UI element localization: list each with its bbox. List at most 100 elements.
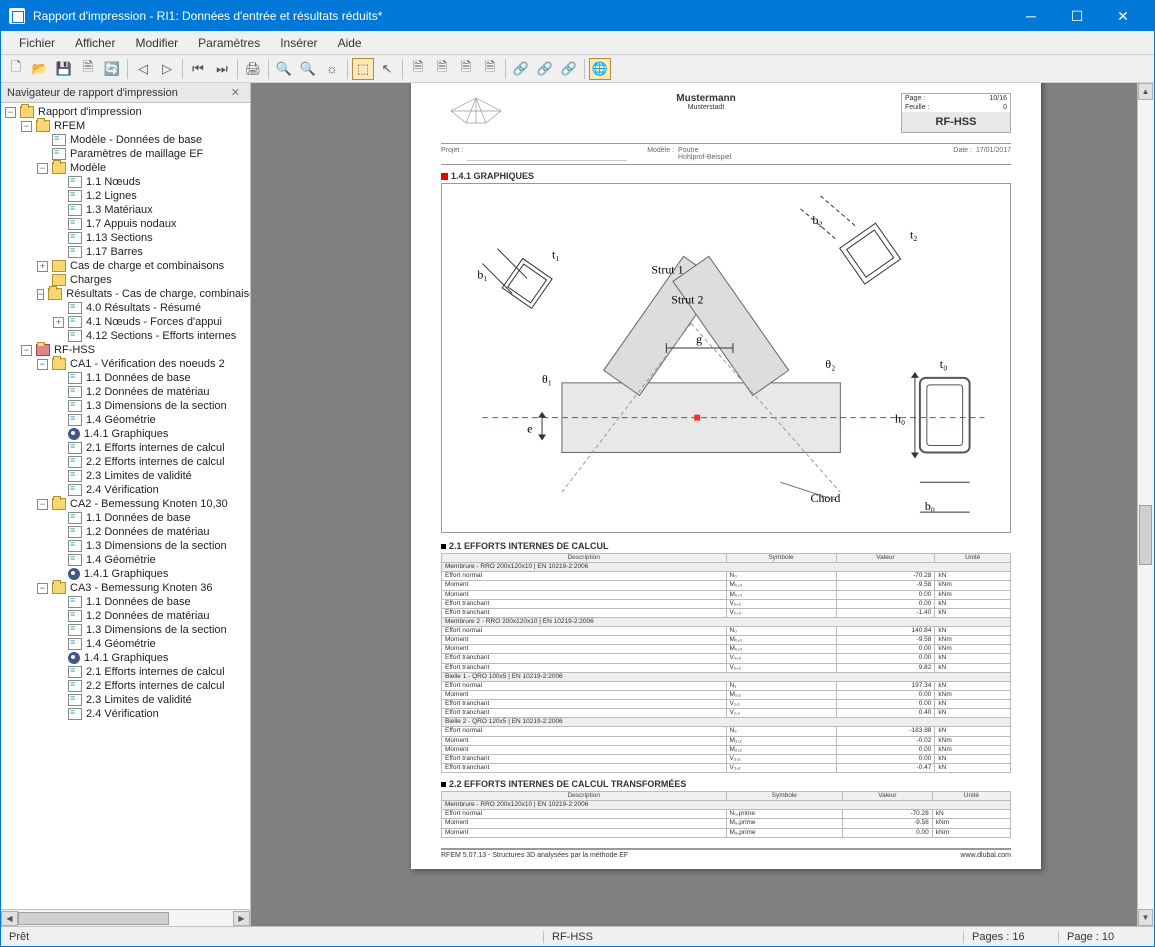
tree-label: 1.2 Données de matériau <box>86 610 210 622</box>
tree-label: 4.0 Résultats - Résumé <box>86 302 201 314</box>
globe-icon[interactable]: 🌐 <box>589 58 611 80</box>
doc1-icon[interactable]: 🗎 <box>407 58 429 80</box>
tree-ca3-item-1[interactable]: 1.2 Données de matériau <box>3 609 248 623</box>
tree-label: Résultats - Cas de charge, combinaisons <box>66 288 250 300</box>
tree-cas[interactable]: +Cas de charge et combinaisons <box>3 259 248 273</box>
sidebar-title: Navigateur de rapport d'impression <box>7 87 178 99</box>
tree-res-2[interactable]: 4.12 Sections - Efforts internes <box>3 329 248 343</box>
doc2-icon[interactable]: 🗎 <box>431 58 453 80</box>
sidebar-hscroll[interactable]: ◀ ▶ <box>1 909 250 926</box>
save-icon[interactable]: 💾 <box>53 58 75 80</box>
tree-ca1-item-0[interactable]: 1.1 Données de base <box>3 371 248 385</box>
menu-parametres[interactable]: Paramètres <box>188 34 270 52</box>
link1-icon[interactable]: 🔗 <box>510 58 532 80</box>
scroll-down-icon[interactable]: ▼ <box>1138 909 1153 926</box>
tree-ca3-item-4[interactable]: 1.4.1 Graphiques <box>3 651 248 665</box>
tree-ca1-item-2[interactable]: 1.3 Dimensions de la section <box>3 399 248 413</box>
tree-rfem[interactable]: −RFEM <box>3 119 248 133</box>
menu-inserer[interactable]: Insérer <box>270 34 327 52</box>
tree-ca1-item-7[interactable]: 2.3 Limites de validité <box>3 469 248 483</box>
tree-ca2-item-3[interactable]: 1.4 Géométrie <box>3 553 248 567</box>
tree-modele-item-4[interactable]: 1.13 Sections <box>3 231 248 245</box>
tree-label: 1.4 Géométrie <box>86 414 156 426</box>
tree-ca3-item-7[interactable]: 2.3 Limites de validité <box>3 693 248 707</box>
tree-ca3-item-6[interactable]: 2.2 Efforts internes de calcul <box>3 679 248 693</box>
gear-icon[interactable]: ☼ <box>321 58 343 80</box>
close-button[interactable]: ✕ <box>1100 1 1146 31</box>
tree-label: 1.1 Nœuds <box>86 176 140 188</box>
menu-fichier[interactable]: Fichier <box>9 34 65 52</box>
tree-rfem-item-1[interactable]: Paramètres de maillage EF <box>3 147 248 161</box>
prev-icon[interactable]: ◁ <box>132 58 154 80</box>
tree-modele[interactable]: −Modèle <box>3 161 248 175</box>
tree-modele-item-3[interactable]: 1.7 Appuis nodaux <box>3 217 248 231</box>
tree-rfem-item-0[interactable]: Modèle - Données de base <box>3 133 248 147</box>
next-icon[interactable]: ▷ <box>156 58 178 80</box>
refresh-icon[interactable]: 🔄 <box>101 58 123 80</box>
tree-view[interactable]: −Rapport d'impression−RFEMModèle - Donné… <box>1 103 250 909</box>
svg-text:Strut 1: Strut 1 <box>651 262 683 276</box>
doc3-icon[interactable]: 🗎 <box>455 58 477 80</box>
tree-label: 4.12 Sections - Efforts internes <box>86 330 236 342</box>
tree-ca2[interactable]: −CA2 - Bemessung Knoten 10,30 <box>3 497 248 511</box>
zoom-out-icon[interactable]: 🔍 <box>297 58 319 80</box>
zoom-in-icon[interactable]: 🔍 <box>273 58 295 80</box>
tree-charges[interactable]: Charges <box>3 273 248 287</box>
last-icon[interactable]: ⏭ <box>211 58 233 80</box>
tree-res-1[interactable]: +4.1 Nœuds - Forces d'appui <box>3 315 248 329</box>
tree-ca1[interactable]: −CA1 - Vérification des noeuds 2 <box>3 357 248 371</box>
minimize-button[interactable]: ─ <box>1008 1 1054 31</box>
open-icon[interactable]: 📂 <box>29 58 51 80</box>
tree-ca3-item-2[interactable]: 1.3 Dimensions de la section <box>3 623 248 637</box>
main-area: Navigateur de rapport d'impression ✕ −Ra… <box>1 83 1154 926</box>
tree-ca2-item-0[interactable]: 1.1 Données de base <box>3 511 248 525</box>
sidebar-close-icon[interactable]: ✕ <box>227 86 244 99</box>
tree-ca3-item-8[interactable]: 2.4 Vérification <box>3 707 248 721</box>
scroll-up-icon[interactable]: ▲ <box>1138 83 1153 100</box>
tree-modele-item-2[interactable]: 1.3 Matériaux <box>3 203 248 217</box>
tree-label: 1.4.1 Graphiques <box>84 428 168 440</box>
tree-ca3-item-5[interactable]: 2.1 Efforts internes de calcul <box>3 665 248 679</box>
tree-modele-item-5[interactable]: 1.17 Barres <box>3 245 248 259</box>
tree-ca1-item-8[interactable]: 2.4 Vérification <box>3 483 248 497</box>
print-icon[interactable]: 🖨 <box>242 58 264 80</box>
tree-rfhss[interactable]: −RF-HSS <box>3 343 248 357</box>
tree-root[interactable]: −Rapport d'impression <box>3 105 248 119</box>
scroll-right-icon[interactable]: ▶ <box>233 911 250 926</box>
tree-modele-item-1[interactable]: 1.2 Lignes <box>3 189 248 203</box>
select-icon[interactable]: ⬚ <box>352 58 374 80</box>
menu-modifier[interactable]: Modifier <box>125 34 188 52</box>
tree-ca1-item-6[interactable]: 2.2 Efforts internes de calcul <box>3 455 248 469</box>
vscroll-thumb[interactable] <box>1139 505 1152 565</box>
first-icon[interactable]: ⏮ <box>187 58 209 80</box>
tree-ca3[interactable]: −CA3 - Bemessung Knoten 36 <box>3 581 248 595</box>
tree-ca3-item-3[interactable]: 1.4 Géométrie <box>3 637 248 651</box>
content-vscroll[interactable]: ▲ ▼ <box>1137 83 1154 926</box>
hscroll-thumb[interactable] <box>18 912 169 925</box>
tree-modele-item-0[interactable]: 1.1 Nœuds <box>3 175 248 189</box>
tree-ca1-item-5[interactable]: 2.1 Efforts internes de calcul <box>3 441 248 455</box>
tree-ca1-item-4[interactable]: 1.4.1 Graphiques <box>3 427 248 441</box>
link3-icon[interactable]: 🔗 <box>558 58 580 80</box>
tree-res-0[interactable]: 4.0 Résultats - Résumé <box>3 301 248 315</box>
tree-ca1-item-3[interactable]: 1.4 Géométrie <box>3 413 248 427</box>
new-icon[interactable]: 🗋 <box>5 58 27 80</box>
doc4-icon[interactable]: 🗎 <box>479 58 501 80</box>
company-city: Musterstadt <box>519 104 893 111</box>
export-icon[interactable]: 🗎 <box>77 58 99 80</box>
tree-ca2-item-2[interactable]: 1.3 Dimensions de la section <box>3 539 248 553</box>
tree-ca2-item-4[interactable]: 1.4.1 Graphiques <box>3 567 248 581</box>
tree-ca2-item-1[interactable]: 1.2 Données de matériau <box>3 525 248 539</box>
menu-aide[interactable]: Aide <box>328 34 372 52</box>
tree-label: 1.13 Sections <box>86 232 153 244</box>
maximize-button[interactable]: ☐ <box>1054 1 1100 31</box>
tree-ca3-item-0[interactable]: 1.1 Données de base <box>3 595 248 609</box>
feuille-label: Feuille : <box>905 104 945 111</box>
menu-afficher[interactable]: Afficher <box>65 34 125 52</box>
link2-icon[interactable]: 🔗 <box>534 58 556 80</box>
tree-label: 2.1 Efforts internes de calcul <box>86 666 225 678</box>
scroll-left-icon[interactable]: ◀ <box>1 911 18 926</box>
tree-resultats[interactable]: −Résultats - Cas de charge, combinaisons <box>3 287 248 301</box>
pointer-icon[interactable]: ↖ <box>376 58 398 80</box>
tree-ca1-item-1[interactable]: 1.2 Données de matériau <box>3 385 248 399</box>
